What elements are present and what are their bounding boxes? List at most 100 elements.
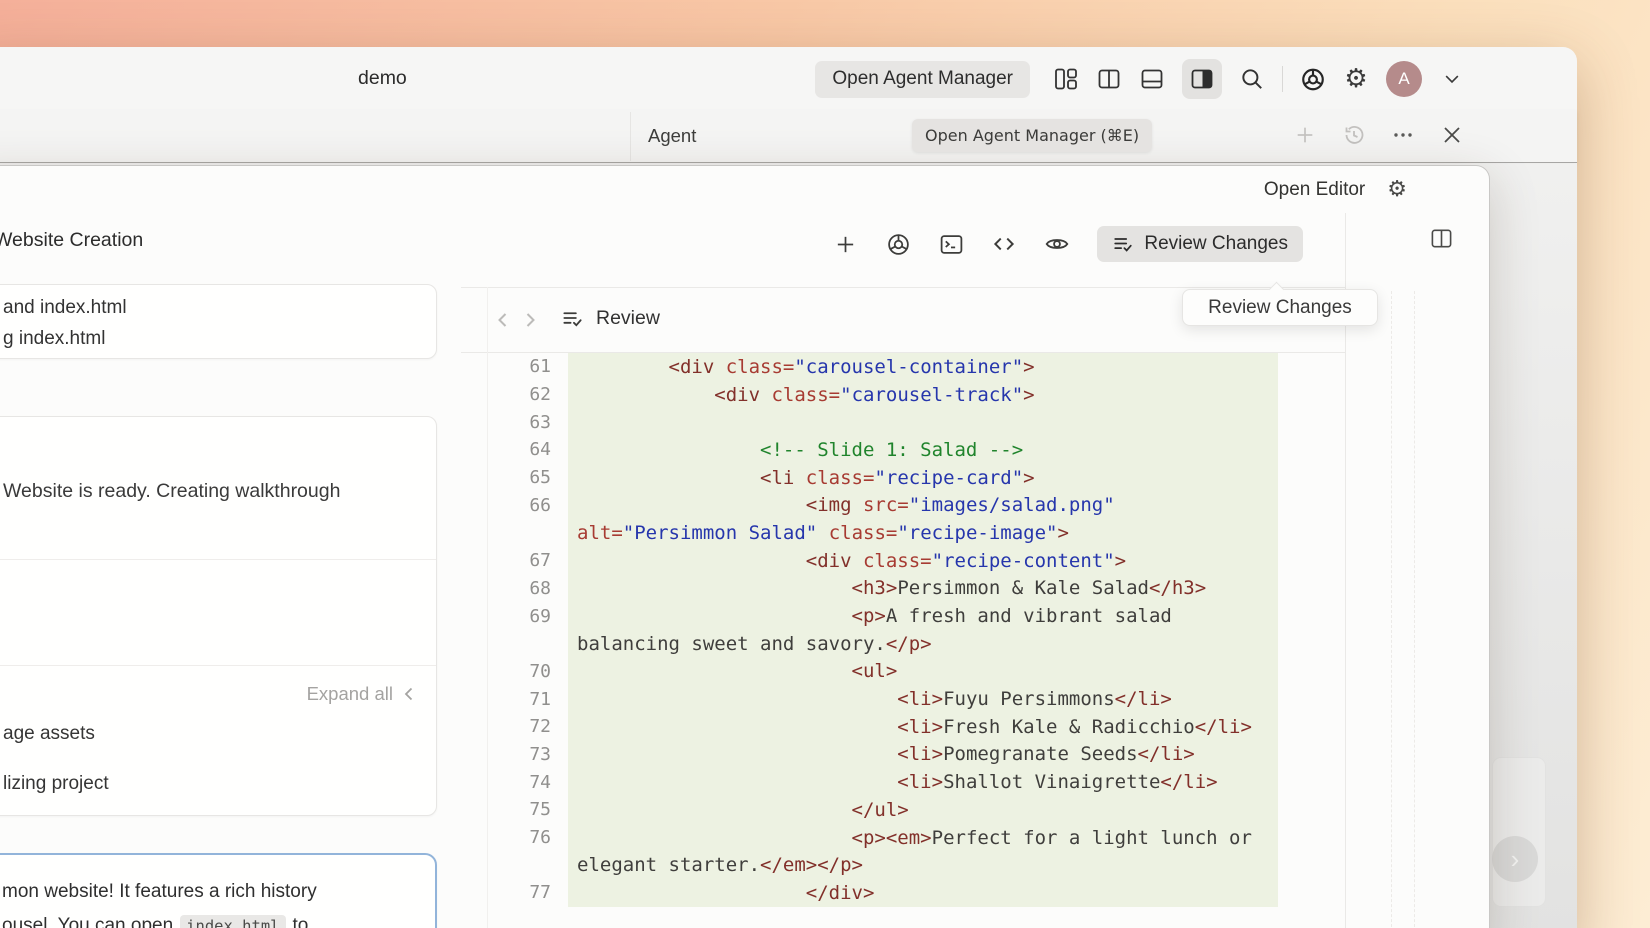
- list-check-icon: [1112, 233, 1134, 255]
- new-tab-icon[interactable]: [1292, 122, 1318, 148]
- open-agent-manager-tooltip: Open Agent Manager (⌘E): [912, 119, 1152, 152]
- card-divider: [0, 665, 436, 666]
- code-line: </ul>: [568, 796, 1278, 824]
- split-view-icon[interactable]: [1430, 227, 1453, 250]
- card-divider: [0, 559, 436, 560]
- code-line: <p><em>Perfect for a light lunch or: [568, 824, 1278, 852]
- code-line: <div class="recipe-content">: [568, 547, 1278, 575]
- task-item[interactable]: age assets: [3, 723, 95, 745]
- app-window: demo Open Agent Manager: [0, 47, 1577, 928]
- settings-gear-icon[interactable]: ⚙: [1343, 66, 1369, 92]
- chat-panel: Website Creation and index.html g index.…: [0, 166, 461, 928]
- line-number: 64: [461, 439, 568, 460]
- line-number: 69: [461, 606, 568, 627]
- review-toolbar: Review Changes: [461, 224, 1345, 264]
- panel-settings-gear-icon[interactable]: ⚙: [1387, 179, 1407, 201]
- eye-icon[interactable]: [1044, 231, 1070, 257]
- code-line: alt="Persimmon Salad" class="recipe-imag…: [568, 519, 1278, 547]
- window-titlebar[interactable]: demo Open Agent Manager: [0, 47, 1577, 110]
- code-line: <p>A fresh and vibrant salad: [568, 602, 1278, 630]
- review-changes-button[interactable]: Review Changes: [1097, 226, 1303, 262]
- review-panel: Review Changes Review: [461, 166, 1345, 928]
- code-line: elegant starter.</em></p>: [568, 851, 1278, 879]
- line-number: 73: [461, 744, 568, 765]
- assistant-message-line: mon website! It features a rich history: [2, 881, 317, 903]
- split-columns-icon[interactable]: [1096, 66, 1122, 92]
- assistant-message-line: ousel. You can open index.html to: [2, 915, 308, 928]
- terminal-icon[interactable]: [938, 231, 964, 257]
- code-diff-view[interactable]: 61 <div class="carousel-container">62 <d…: [461, 353, 1345, 928]
- code-row: 67 <div class="recipe-content">: [461, 547, 1345, 575]
- message-text: ousel. You can open: [2, 915, 173, 928]
- line-number: 74: [461, 772, 568, 793]
- expand-all-label: Expand all: [307, 683, 393, 705]
- line-number: 62: [461, 384, 568, 405]
- status-message: Website is ready. Creating walkthrough: [3, 480, 340, 503]
- history-icon[interactable]: [1341, 122, 1367, 148]
- inline-code-chip: index.html: [180, 915, 285, 928]
- code-line: <ul>: [568, 658, 1278, 686]
- layout-grid-icon[interactable]: [1053, 66, 1079, 92]
- file-item[interactable]: g index.html: [0, 323, 436, 354]
- hidden-panel-card: [1492, 757, 1546, 907]
- code-icon[interactable]: [991, 231, 1017, 257]
- code-row: 69 <p>A fresh and vibrant salad: [461, 602, 1345, 630]
- expand-all-button[interactable]: Expand all: [307, 683, 416, 705]
- forward-chevron-icon[interactable]: [523, 308, 538, 332]
- collapse-chevron-icon: [402, 686, 416, 702]
- right-panel-toggle-icon[interactable]: [1182, 59, 1222, 99]
- line-number: 77: [461, 882, 568, 903]
- code-lines: 61 <div class="carousel-container">62 <d…: [461, 353, 1345, 907]
- next-arrow-button[interactable]: ›: [1492, 836, 1538, 882]
- code-row: 61 <div class="carousel-container">: [461, 353, 1345, 381]
- code-row: 65 <li class="recipe-card">: [461, 464, 1345, 492]
- window-title: demo: [358, 67, 407, 90]
- more-options-icon[interactable]: [1390, 122, 1416, 148]
- code-row: 64 <!-- Slide 1: Salad -->: [461, 436, 1345, 464]
- assistant-message-card: mon website! It features a rich history …: [0, 853, 437, 928]
- code-line: <li>Fuyu Persimmons</li>: [568, 685, 1278, 713]
- list-check-icon: [561, 307, 584, 330]
- line-number: 63: [461, 412, 568, 433]
- back-chevron-icon[interactable]: [495, 308, 510, 332]
- line-number: 67: [461, 550, 568, 571]
- popup-label: Review Changes: [1208, 297, 1352, 319]
- code-line: <h3>Persimmon & Kale Salad</h3>: [568, 575, 1278, 603]
- close-icon[interactable]: [1439, 122, 1465, 148]
- split-rows-icon[interactable]: [1139, 66, 1165, 92]
- code-row: 74 <li>Shallot Vinaigrette</li>: [461, 768, 1345, 796]
- code-row: elegant starter.</em></p>: [461, 851, 1345, 879]
- browser-icon[interactable]: [1300, 66, 1326, 92]
- review-tab-label: Review: [596, 307, 660, 330]
- open-agent-manager-button[interactable]: Open Agent Manager: [815, 61, 1030, 98]
- task-item[interactable]: lizing project: [3, 773, 109, 795]
- file-item[interactable]: and index.html: [0, 293, 436, 323]
- code-row: 76 <p><em>Perfect for a light lunch or: [461, 824, 1345, 852]
- files-card[interactable]: and index.html g index.html: [0, 284, 437, 359]
- sidebar-guide-line: [1414, 291, 1415, 928]
- toolbar-divider: [1282, 66, 1283, 92]
- line-number: 76: [461, 827, 568, 848]
- review-changes-popup[interactable]: Review Changes: [1182, 289, 1378, 326]
- tab-agent[interactable]: Agent: [648, 125, 696, 147]
- code-row: 63: [461, 408, 1345, 436]
- code-line: <div class="carousel-track">: [568, 381, 1278, 409]
- line-number: 61: [461, 356, 568, 377]
- avatar[interactable]: A: [1386, 61, 1422, 97]
- code-line: <li>Pomegranate Seeds</li>: [568, 741, 1278, 769]
- chevron-down-icon[interactable]: [1439, 66, 1465, 92]
- add-icon[interactable]: [832, 231, 858, 257]
- agent-manager-panel: Open Editor ⚙ Website Creation and index…: [0, 165, 1490, 928]
- code-row: 75 </ul>: [461, 796, 1345, 824]
- code-row: 73 <li>Pomegranate Seeds</li>: [461, 741, 1345, 769]
- search-icon[interactable]: [1239, 66, 1265, 92]
- preview-browser-icon[interactable]: [885, 231, 911, 257]
- code-row: 72 <li>Fresh Kale & Radicchio</li>: [461, 713, 1345, 741]
- code-line: </div>: [568, 879, 1278, 907]
- code-row: 66 <img src="images/salad.png": [461, 491, 1345, 519]
- code-line: <li>Shallot Vinaigrette</li>: [568, 768, 1278, 796]
- line-number: 70: [461, 661, 568, 682]
- line-number: 68: [461, 578, 568, 599]
- code-row: 62 <div class="carousel-track">: [461, 381, 1345, 409]
- message-text: to: [293, 915, 309, 928]
